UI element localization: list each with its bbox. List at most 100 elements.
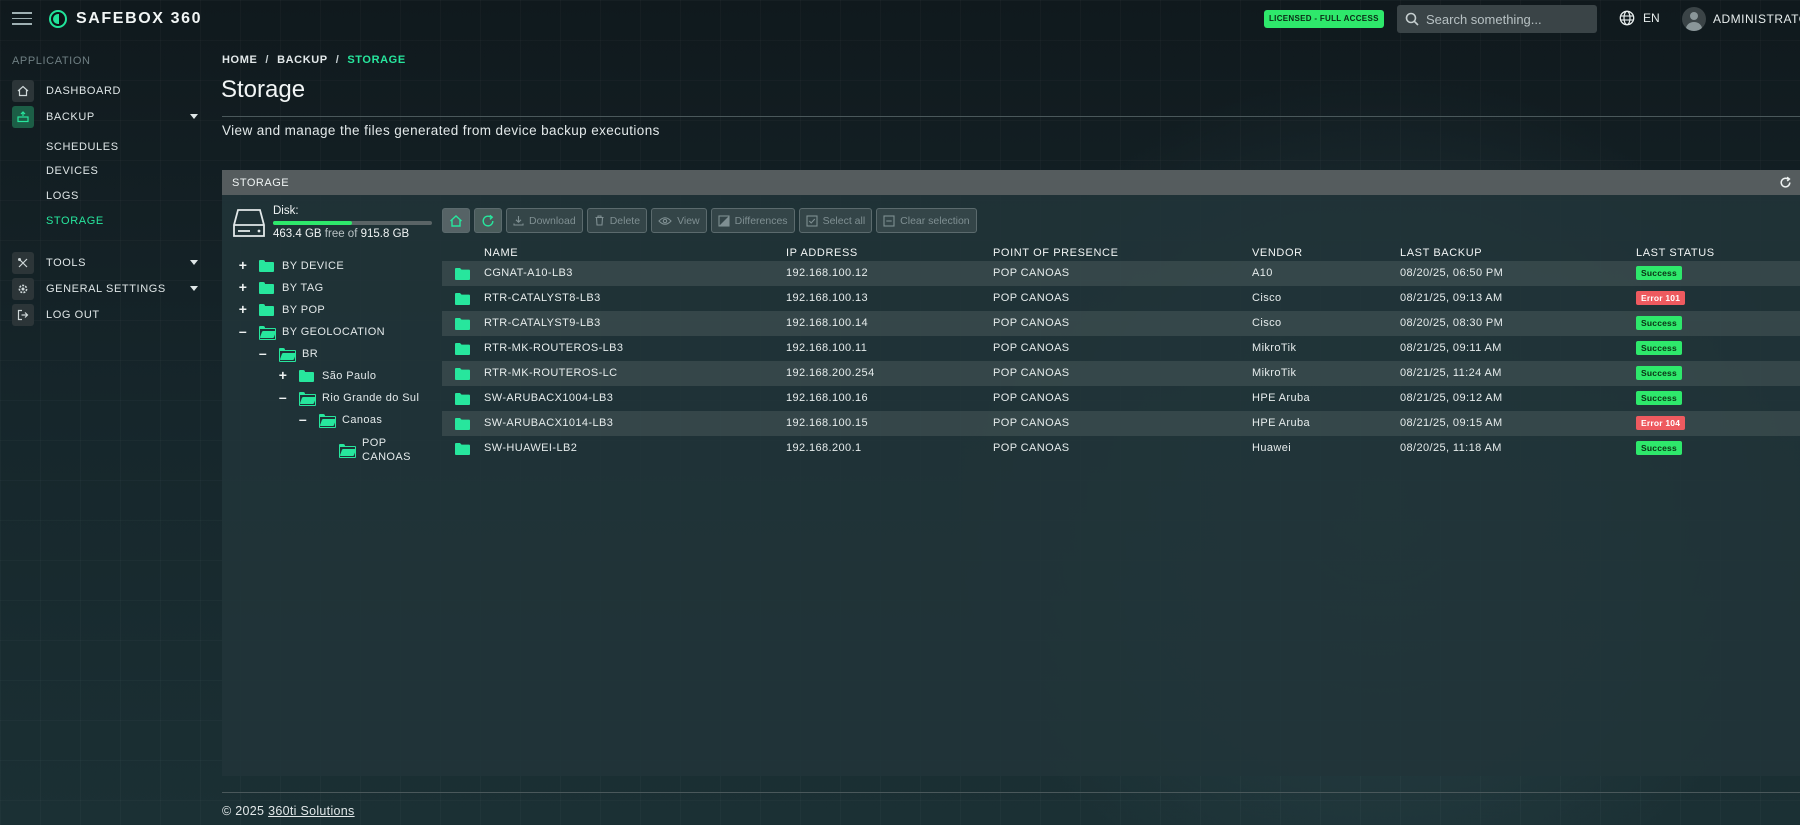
cell-ip: 192.168.100.14 <box>786 317 869 329</box>
expand-icon[interactable]: + <box>238 258 248 272</box>
expand-icon[interactable]: + <box>238 280 248 294</box>
cell-name: SW-ARUBACX1004-LB3 <box>484 392 614 404</box>
collapse-icon[interactable]: – <box>278 390 288 404</box>
cell-vendor: MikroTik <box>1252 367 1297 379</box>
cell-pop: POP CANOAS <box>993 342 1070 354</box>
cell-last-backup: 08/21/25, 09:12 AM <box>1400 392 1503 404</box>
refresh-icon[interactable] <box>1779 176 1792 189</box>
folder-icon <box>259 260 274 272</box>
table-header: NAME IP ADDRESS POINT OF PRESENCE VENDOR… <box>442 245 1800 261</box>
sidebar-item-backup[interactable]: BACKUP <box>12 106 198 128</box>
table-row[interactable]: RTR-CATALYST8-LB3 192.168.100.13 POP CANOA… <box>442 286 1800 311</box>
backups-table: NAME IP ADDRESS POINT OF PRESENCE VENDOR… <box>442 245 1800 461</box>
clear-selection-button[interactable]: Clear selection <box>876 208 977 233</box>
status-badge: Success <box>1636 341 1682 355</box>
expand-icon[interactable]: + <box>278 368 288 382</box>
tree-node-rio-grande-do-sul[interactable]: – Rio Grande do Sul <box>278 390 419 406</box>
folder-icon <box>455 343 470 355</box>
sidebar-item-general-settings[interactable]: GENERAL SETTINGS <box>12 278 198 300</box>
sidebar-item-dashboard[interactable]: DASHBOARD <box>12 80 198 102</box>
tree-node-canoas[interactable]: – Canoas <box>298 412 382 428</box>
cell-pop: POP CANOAS <box>993 292 1070 304</box>
folder-open-icon <box>319 414 337 428</box>
search-input[interactable] <box>1426 11 1586 27</box>
differences-button[interactable]: Differences <box>710 208 795 233</box>
view-button[interactable]: View <box>651 208 707 233</box>
sidebar-subitem-devices[interactable]: DEVICES <box>46 165 99 177</box>
table-row[interactable]: SW-ARUBACX1004-LB3 192.168.100.16 POP CANO… <box>442 386 1800 411</box>
column-header-last-backup[interactable]: LAST BACKUP <box>1400 247 1482 259</box>
disk-free: 463.4 GB <box>273 228 322 240</box>
column-header-vendor[interactable]: VENDOR <box>1252 247 1303 259</box>
tree-node-by-device[interactable]: + BY DEVICE <box>238 258 344 272</box>
cell-name: SW-HUAWEI-LB2 <box>484 442 578 454</box>
cell-name: CGNAT-A10-LB3 <box>484 267 573 279</box>
menu-icon[interactable] <box>12 12 32 26</box>
select-all-button[interactable]: Select all <box>798 208 873 233</box>
tree-node-by-pop[interactable]: + BY POP <box>238 302 326 316</box>
storage-toolbar: Download Delete View Differences Select … <box>442 208 977 233</box>
cell-name: RTR-MK-ROUTEROS-LC <box>484 367 618 379</box>
sidebar-item-label: LOG OUT <box>46 309 100 321</box>
cell-vendor: MikroTik <box>1252 342 1297 354</box>
column-header-pop[interactable]: POINT OF PRESENCE <box>993 247 1119 259</box>
sidebar-item-label: BACKUP <box>46 111 95 123</box>
breadcrumb-home[interactable]: HOME <box>222 54 257 66</box>
user-menu[interactable]: ADMINISTRATOR <box>1682 7 1800 31</box>
column-header-last-status[interactable]: LAST STATUS <box>1636 247 1715 259</box>
panel-title: STORAGE <box>232 176 290 189</box>
collapse-icon[interactable]: – <box>238 324 248 338</box>
cell-pop: POP CANOAS <box>993 367 1070 379</box>
footer: © 2025 360ti Solutions <box>222 804 355 818</box>
tree-node-pop-canoas[interactable]: POP CANOAS <box>339 436 411 464</box>
status-badge: Error 104 <box>1636 416 1686 430</box>
language-selector[interactable]: EN <box>1619 10 1660 26</box>
table-row[interactable]: CGNAT-A10-LB3 192.168.100.12 POP CANOAS A10… <box>442 261 1800 286</box>
refresh-button[interactable] <box>474 208 502 233</box>
tree-node-sao-paulo[interactable]: + São Paulo <box>278 368 377 382</box>
folder-icon <box>455 393 470 405</box>
tree-node-by-geolocation[interactable]: – BY GEOLOCATION <box>238 324 385 340</box>
home-button[interactable] <box>442 208 470 233</box>
sidebar-subitem-schedules[interactable]: SCHEDULES <box>46 141 119 153</box>
cell-name: RTR-CATALYST9-LB3 <box>484 317 601 329</box>
cell-last-backup: 08/20/25, 08:30 PM <box>1400 317 1504 329</box>
search-icon <box>1405 12 1419 26</box>
tree-node-label: São Paulo <box>322 370 377 382</box>
delete-button[interactable]: Delete <box>586 208 648 233</box>
collapse-icon[interactable]: – <box>258 346 268 360</box>
cell-last-backup: 08/21/25, 09:11 AM <box>1400 342 1502 354</box>
table-row[interactable]: RTR-MK-ROUTEROS-LB3 192.168.100.11 POP CAN… <box>442 336 1800 361</box>
folder-icon <box>455 368 470 380</box>
delete-label: Delete <box>609 214 641 227</box>
cell-last-backup: 08/21/25, 09:13 AM <box>1400 292 1503 304</box>
column-header-name[interactable]: NAME <box>484 247 518 259</box>
cell-vendor: Cisco <box>1252 292 1282 304</box>
cell-last-backup: 08/21/25, 09:15 AM <box>1400 417 1503 429</box>
table-row[interactable]: RTR-CATALYST9-LB3 192.168.100.14 POP CANOA… <box>442 311 1800 336</box>
sidebar-subitem-storage[interactable]: STORAGE <box>46 215 104 227</box>
search-box[interactable] <box>1397 5 1597 33</box>
cell-last-backup: 08/20/25, 06:50 PM <box>1400 267 1504 279</box>
collapse-icon[interactable]: – <box>298 412 308 426</box>
expand-icon[interactable]: + <box>238 302 248 316</box>
sidebar-item-tools[interactable]: TOOLS <box>12 252 198 274</box>
table-row[interactable]: SW-HUAWEI-LB2 192.168.200.1 POP CANOAS Huaw… <box>442 436 1800 461</box>
column-header-ip[interactable]: IP ADDRESS <box>786 247 858 259</box>
tree-node-label: BY POP <box>282 304 326 316</box>
footer-company-link[interactable]: 360ti Solutions <box>268 804 355 818</box>
table-row[interactable]: SW-ARUBACX1014-LB3 192.168.100.15 POP CANO… <box>442 411 1800 436</box>
tree-node-label: POP CANOAS <box>362 436 411 464</box>
sidebar-item-label: TOOLS <box>46 257 87 269</box>
download-button[interactable]: Download <box>506 208 583 233</box>
breadcrumb-backup[interactable]: BACKUP <box>277 54 328 66</box>
tree-node-br[interactable]: – BR <box>258 346 318 362</box>
hard-drive-icon <box>233 209 265 237</box>
table-row[interactable]: RTR-MK-ROUTEROS-LC 192.168.200.254 POP CAN… <box>442 361 1800 386</box>
tree-node-by-tag[interactable]: + BY TAG <box>238 280 324 294</box>
panel-header: STORAGE <box>222 170 1800 195</box>
sidebar-subitem-logs[interactable]: LOGS <box>46 190 79 202</box>
logout-icon <box>12 304 34 326</box>
folder-open-icon <box>299 392 317 406</box>
sidebar-item-logout[interactable]: LOG OUT <box>12 304 198 326</box>
